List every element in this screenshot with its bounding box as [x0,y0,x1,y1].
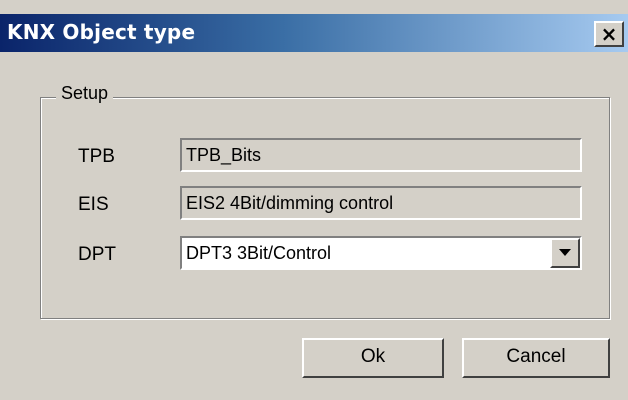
close-icon: × [600,22,618,46]
title-bar[interactable]: KNX Object type × [0,14,628,52]
close-button[interactable]: × [594,21,624,47]
tpb-label: TPB [78,146,115,167]
eis-label: EIS [78,194,109,215]
tpb-field: TPB_Bits [180,138,582,172]
chevron-down-icon [559,249,571,256]
cancel-button[interactable]: Cancel [462,338,610,378]
dpt-select[interactable]: DPT3 3Bit/Control [180,236,582,270]
eis-field: EIS2 4Bit/dimming control [180,186,582,220]
dialog-window: KNX Object type × Setup TPB TPB_Bits EIS… [0,0,628,400]
setup-legend: Setup [56,83,114,104]
ok-button[interactable]: Ok [302,338,444,378]
dpt-selected-value: DPT3 3Bit/Control [186,243,332,263]
window-title: KNX Object type [7,20,196,44]
dpt-dropdown-button[interactable] [550,238,580,268]
dpt-label: DPT [78,244,116,265]
